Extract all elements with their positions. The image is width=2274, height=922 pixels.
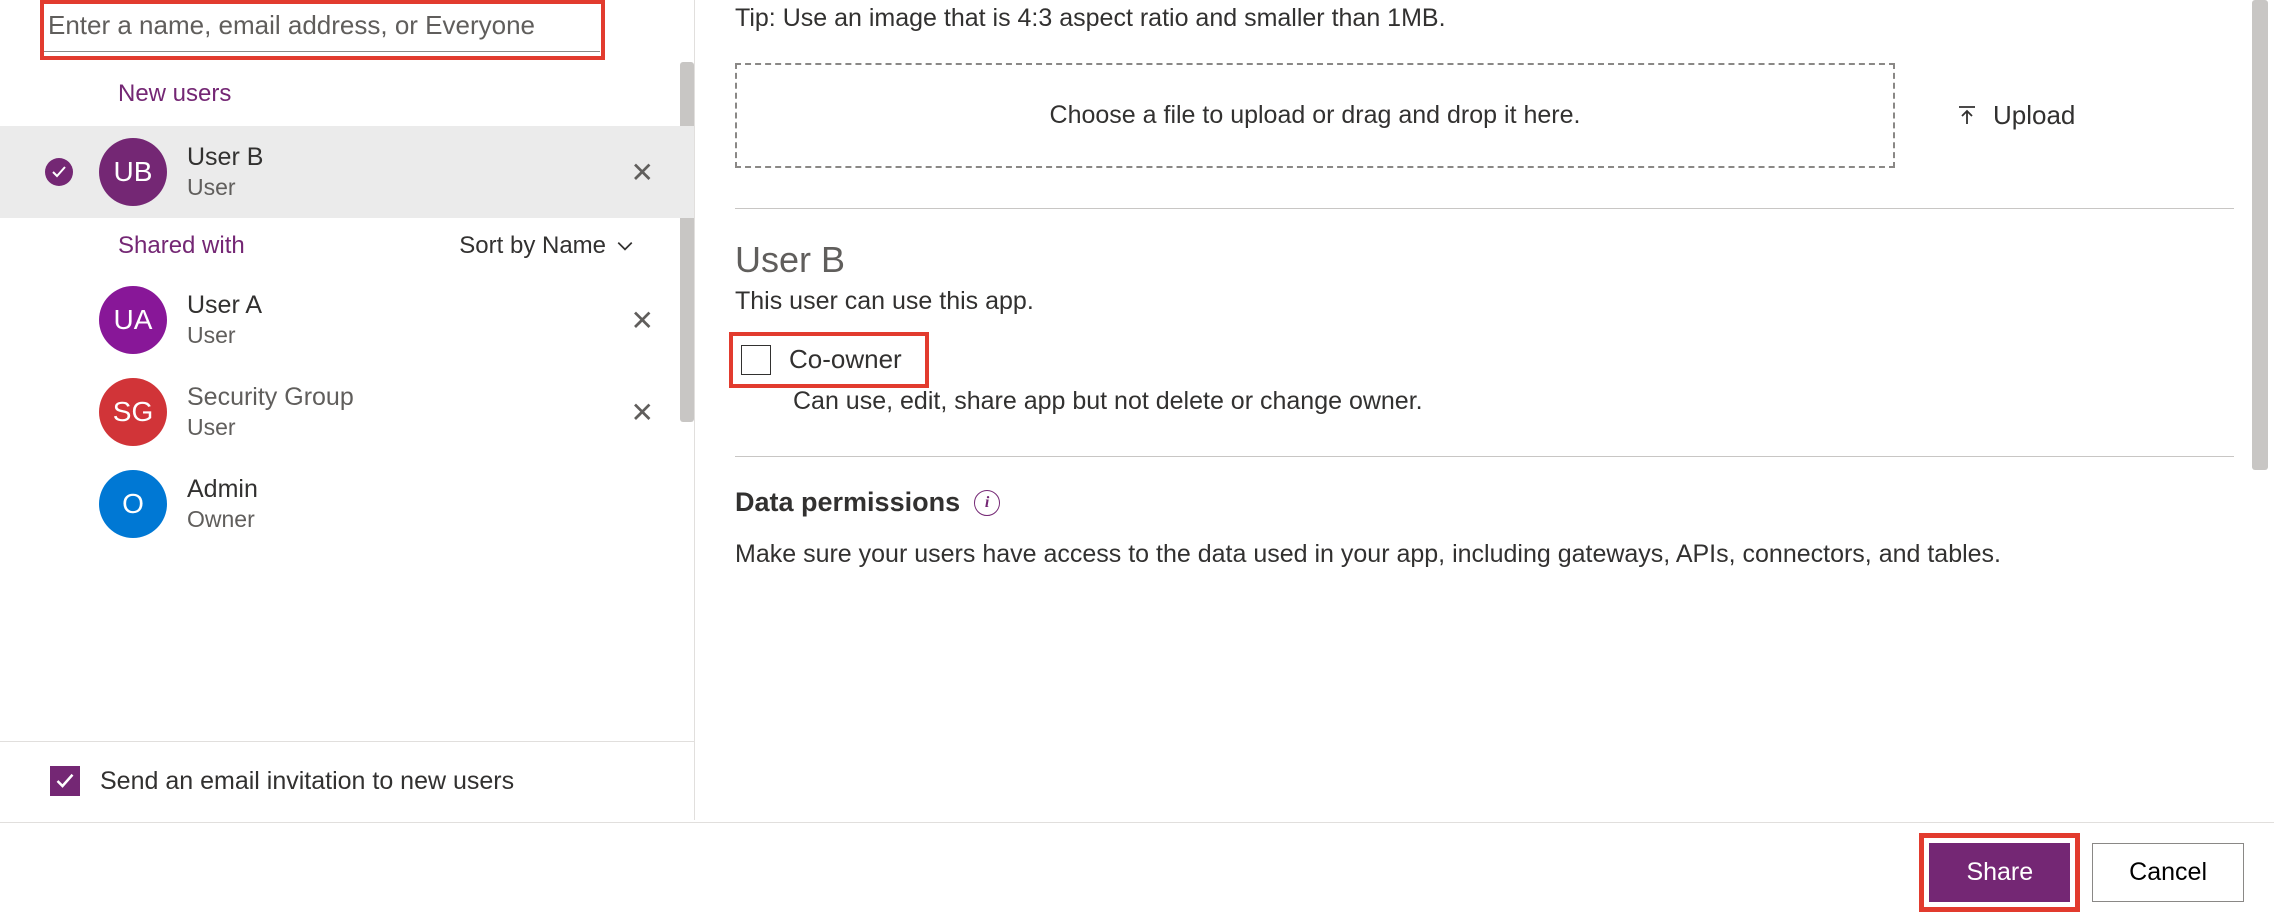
shared-with-header: Shared with [118, 232, 245, 260]
list-item[interactable]: O Admin Owner [0, 458, 694, 550]
data-permissions-text: Make sure your users have access to the … [735, 540, 2234, 569]
user-role: User [187, 174, 621, 201]
upload-tip: Tip: Use an image that is 4:3 aspect rat… [735, 0, 2234, 33]
upload-button[interactable]: Upload [1955, 100, 2075, 131]
right-panel: Tip: Use an image that is 4:3 aspect rat… [695, 0, 2274, 820]
scrollbar-right[interactable] [2252, 0, 2268, 470]
user-name: Admin [187, 475, 664, 504]
new-user-row[interactable]: UB User B User ✕ [0, 126, 694, 218]
email-invite-checkbox[interactable] [50, 766, 80, 796]
new-users-header: New users [0, 62, 694, 126]
cancel-button[interactable]: Cancel [2092, 843, 2244, 902]
remove-user-button[interactable]: ✕ [621, 386, 664, 439]
chevron-down-icon [616, 237, 634, 255]
remove-user-button[interactable]: ✕ [621, 146, 664, 199]
avatar: O [99, 470, 167, 538]
dialog-footer: Share Cancel [0, 822, 2274, 922]
detail-subtitle: This user can use this app. [735, 287, 2234, 316]
user-name: User B [187, 143, 621, 172]
share-button[interactable]: Share [1929, 843, 2070, 902]
left-panel: New users UB User B User ✕ Shared with S… [0, 0, 695, 820]
avatar: SG [99, 378, 167, 446]
user-name: Security Group [187, 383, 621, 412]
list-item[interactable]: UA User A User ✕ [0, 274, 694, 366]
data-permissions-title: Data permissions i [735, 487, 2234, 518]
upload-icon [1955, 104, 1979, 128]
email-invite-label: Send an email invitation to new users [100, 767, 514, 796]
coowner-label: Co-owner [789, 344, 902, 375]
divider [735, 456, 2234, 457]
coowner-description: Can use, edit, share app but not delete … [793, 387, 2234, 416]
user-list-scroll: New users UB User B User ✕ Shared with S… [0, 62, 694, 741]
user-role: Owner [187, 506, 664, 533]
divider [735, 208, 2234, 209]
sort-dropdown[interactable]: Sort by Name [459, 232, 634, 260]
user-role: User [187, 414, 621, 441]
detail-user-title: User B [735, 239, 2234, 281]
info-icon[interactable]: i [974, 490, 1000, 516]
user-role: User [187, 322, 621, 349]
sort-label: Sort by Name [459, 232, 606, 260]
share-search-input[interactable] [40, 0, 600, 52]
remove-user-button[interactable]: ✕ [621, 294, 664, 347]
avatar: UB [99, 138, 167, 206]
user-name: User A [187, 291, 621, 320]
list-item[interactable]: SG Security Group User ✕ [0, 366, 694, 458]
upload-dropzone[interactable]: Choose a file to upload or drag and drop… [735, 63, 1895, 168]
check-icon [45, 158, 73, 186]
email-invite-row: Send an email invitation to new users [0, 741, 694, 820]
upload-label: Upload [1993, 100, 2075, 131]
coowner-checkbox[interactable] [741, 345, 771, 375]
avatar: UA [99, 286, 167, 354]
